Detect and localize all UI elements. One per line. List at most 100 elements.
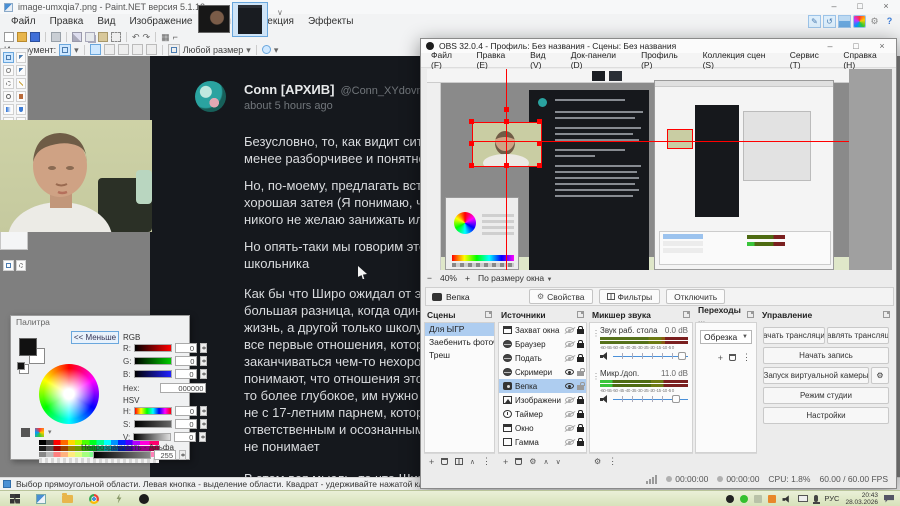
source-row[interactable]: Захват окна: [499, 323, 586, 337]
palette-title[interactable]: Палитра: [11, 316, 189, 328]
tool-dropdown-caret-icon[interactable]: ▾: [74, 45, 79, 55]
help-icon[interactable]: ?: [883, 15, 896, 28]
brush-tool-icon[interactable]: [15, 104, 26, 115]
ruler-icon[interactable]: ⌐: [173, 32, 178, 42]
green-slider[interactable]: [134, 357, 173, 365]
hex-value[interactable]: 000000: [160, 383, 207, 393]
value-spinner[interactable]: [199, 432, 207, 442]
settings-gear-icon[interactable]: ⚙: [868, 15, 881, 28]
source-row[interactable]: Окно: [499, 421, 586, 435]
copy-icon[interactable]: [85, 31, 95, 42]
preview-webcam-source-selected[interactable]: [472, 122, 542, 167]
volume-slider[interactable]: [613, 395, 688, 403]
obs-menu-edit[interactable]: Правка (E): [471, 50, 525, 70]
zoom-tool-icon[interactable]: [3, 91, 14, 102]
lock-icon[interactable]: [577, 410, 584, 418]
tray-icon-gray[interactable]: [754, 494, 763, 503]
scene-filters-icon[interactable]: [455, 458, 463, 465]
lock-icon[interactable]: [577, 354, 584, 362]
virtual-camera-button[interactable]: Запуск виртуальной камеры: [763, 367, 869, 384]
red-spinner[interactable]: [200, 343, 207, 353]
source-row[interactable]: Вепка: [499, 379, 586, 393]
scene-item[interactable]: Треш: [425, 349, 494, 362]
hue-slider[interactable]: [134, 407, 172, 415]
visibility-eye-icon[interactable]: [565, 425, 574, 431]
alpha-spinner[interactable]: [179, 450, 186, 460]
language-indicator[interactable]: РУС: [824, 494, 839, 503]
dock-popout-icon[interactable]: [577, 311, 584, 318]
undo-icon[interactable]: ↶: [132, 32, 140, 42]
red-value[interactable]: 0: [175, 343, 197, 353]
settings-button[interactable]: Настройки: [763, 407, 889, 424]
saturation-slider[interactable]: [133, 420, 172, 428]
menu-image[interactable]: Изображение: [122, 14, 199, 30]
shapes-tool-icon[interactable]: [15, 260, 26, 271]
magic-wand-tool-icon[interactable]: [15, 78, 26, 89]
add-scene-icon[interactable]: +: [429, 457, 434, 467]
mixer-menu-icon[interactable]: ⋮: [608, 456, 617, 467]
source-row[interactable]: Подать: [499, 351, 586, 365]
lock-icon[interactable]: [577, 396, 584, 404]
lock-icon[interactable]: [577, 382, 585, 390]
menu-view[interactable]: Вид: [90, 14, 122, 30]
blue-value[interactable]: 0: [174, 369, 197, 379]
scene-item[interactable]: Заебенить фоточку: [425, 336, 494, 349]
start-streaming-button[interactable]: Начать трансляцию: [763, 327, 825, 344]
selection-mode-invert-icon[interactable]: [145, 44, 157, 55]
channel-grip-icon[interactable]: ⋮: [592, 372, 600, 381]
new-file-icon[interactable]: [4, 31, 14, 42]
move-scene-up-icon[interactable]: ∧: [470, 458, 475, 466]
taskbar-app-icon[interactable]: [116, 493, 122, 504]
palette-less-button[interactable]: << Меньше: [71, 331, 119, 344]
remove-transition-icon[interactable]: [729, 354, 736, 361]
value-value[interactable]: 0: [174, 432, 197, 442]
paintnet-titlebar[interactable]: image-umxqia7.png - Paint.NET версия 5.1…: [0, 0, 900, 14]
resize-handle[interactable]: [537, 119, 542, 124]
scenes-menu-icon[interactable]: ⋮: [482, 456, 491, 467]
image-tab-thumbnail-1[interactable]: [198, 5, 230, 33]
maximize-button[interactable]: □: [852, 1, 868, 12]
zoom-out-icon[interactable]: −: [427, 273, 432, 283]
visibility-eye-icon[interactable]: [565, 355, 574, 361]
paste-icon[interactable]: [98, 31, 108, 42]
minimize-button[interactable]: –: [826, 1, 842, 12]
move-selection-tool-icon[interactable]: [15, 65, 26, 76]
dock-popout-icon[interactable]: [747, 311, 754, 318]
rect-select-tool-icon[interactable]: [3, 52, 14, 63]
size-option-label[interactable]: Любой размер: [183, 45, 244, 55]
size-dropdown-caret-icon[interactable]: ▾: [246, 45, 251, 55]
tray-icon-dark[interactable]: [726, 494, 735, 503]
taskbar-explorer-icon[interactable]: [62, 492, 73, 503]
lock-icon[interactable]: [577, 326, 584, 334]
speaker-icon[interactable]: [600, 352, 610, 360]
resize-handle[interactable]: [469, 119, 474, 124]
lock-icon[interactable]: [577, 340, 584, 348]
redo-icon[interactable]: ↷: [143, 32, 151, 42]
source-row[interactable]: Скримери: [499, 365, 586, 379]
disable-button[interactable]: Отключить: [666, 289, 726, 304]
fit-to-window[interactable]: По размеру окна ▼: [478, 273, 552, 283]
resize-handle[interactable]: [537, 141, 542, 146]
volume-slider-thumb[interactable]: [672, 395, 680, 403]
resize-handle[interactable]: [504, 119, 509, 124]
taskbar-obs-icon[interactable]: [139, 493, 149, 504]
channel-grip-icon[interactable]: ⋮: [592, 329, 600, 338]
add-source-icon[interactable]: +: [503, 457, 508, 467]
clock[interactable]: 20:43 28.03.2026: [845, 492, 878, 506]
move-tool-icon[interactable]: [15, 52, 26, 63]
visibility-eye-icon[interactable]: [565, 439, 574, 445]
crop-icon[interactable]: [111, 31, 121, 42]
source-properties-icon[interactable]: ⚙: [529, 457, 536, 466]
mini-color-swatches[interactable]: [17, 362, 25, 370]
visibility-eye-icon[interactable]: [565, 369, 574, 375]
hue-spinner[interactable]: [200, 406, 207, 416]
selection-mode-add-icon[interactable]: [103, 44, 115, 55]
blue-spinner[interactable]: [199, 369, 207, 379]
rotate-handle[interactable]: [504, 107, 509, 112]
close-button[interactable]: ×: [878, 1, 894, 12]
resize-handle[interactable]: [504, 163, 509, 168]
source-row[interactable]: Гамма: [499, 435, 586, 449]
source-row[interactable]: Браузер: [499, 337, 586, 351]
cut-icon[interactable]: [72, 31, 82, 42]
manage-stream-button[interactable]: Управлять трансляцией: [827, 327, 889, 344]
